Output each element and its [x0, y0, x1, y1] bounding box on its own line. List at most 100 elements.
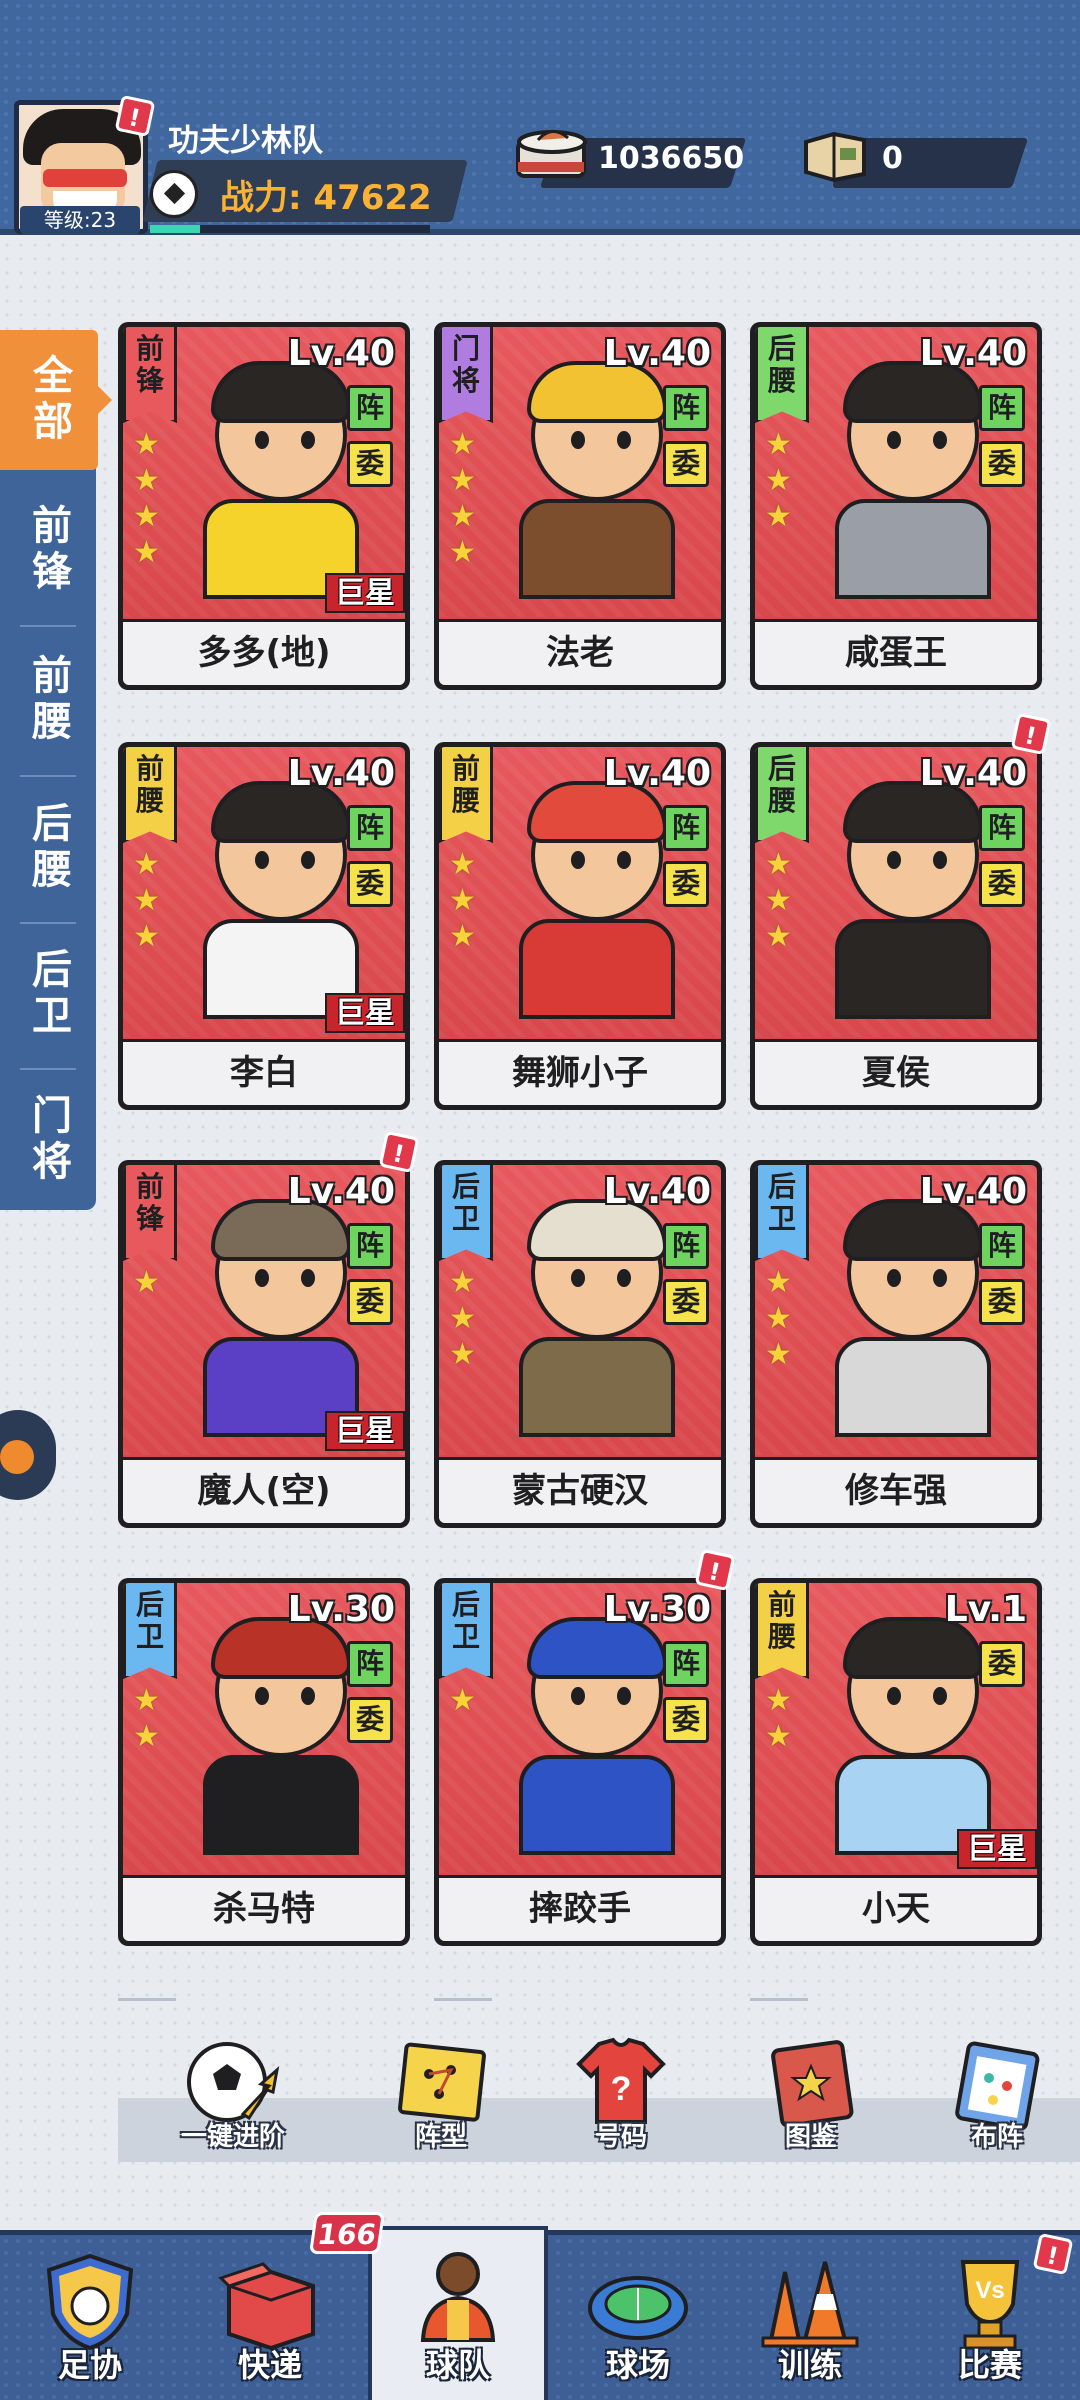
star-icon: ★: [133, 1719, 160, 1754]
star-rating: ★: [133, 1265, 160, 1301]
jersey-number-button[interactable]: ? 号码: [546, 2030, 696, 2153]
shield-badge-icon: [46, 2253, 134, 2351]
player-name: 夏侯: [755, 1039, 1037, 1105]
player-card[interactable]: 前腰 ★ ★ ★ Lv.40 阵委 舞狮小子: [434, 742, 726, 1110]
tab-goalkeeper[interactable]: 门将: [0, 1070, 96, 1210]
position-flag: 后卫: [439, 1583, 493, 1679]
player-card[interactable]: 门将 ★ ★ ★ ★ Lv.40 阵委 法老: [434, 322, 726, 690]
commission-chip: 委: [979, 1279, 1025, 1325]
position-filter-tabs: 全部 前锋 前腰 后腰 后卫 门将: [0, 330, 112, 1210]
star-icon: ★: [765, 1337, 792, 1372]
nav-team[interactable]: 球队: [368, 2226, 548, 2400]
player-card[interactable]: 后卫 ★ ★ ★ Lv.40 阵委 蒙古硬汉: [434, 1160, 726, 1528]
player-card[interactable]: 前锋 ★ ★ ★ ★ Lv.40 阵委 巨星 多多(地): [118, 322, 410, 690]
star-icon: ★: [449, 1337, 476, 1372]
position-flag: 前锋: [123, 1165, 177, 1261]
star-icon: ★: [765, 499, 792, 534]
player-level: Lv.30: [287, 1589, 395, 1630]
star-icon: ★: [765, 1265, 792, 1300]
star-icon: ★: [133, 919, 160, 954]
player-name: 舞狮小子: [439, 1039, 721, 1105]
star-icon: ★: [765, 463, 792, 498]
player-card[interactable]: 后卫 ★ Lv.30 阵委 摔跤手 !: [434, 1548, 736, 1946]
star-icon: ★: [449, 919, 476, 954]
nav-training[interactable]: 训练: [720, 2240, 900, 2400]
one-click-advance-button[interactable]: 一键进阶: [158, 2030, 308, 2153]
player-level: Lv.40: [919, 1171, 1027, 1212]
level-label: 等级:23: [20, 206, 140, 234]
player-name: 蒙古硬汉: [439, 1457, 721, 1523]
player-card[interactable]: 前腰 ★ ★ ★ Lv.40 阵委 巨星 李白: [118, 742, 410, 1110]
position-flag: 后腰: [755, 747, 809, 843]
star-icon: ★: [765, 919, 792, 954]
position-flag: 前腰: [755, 1583, 809, 1679]
player-card[interactable]: 后卫 ★ ★ ★ Lv.40 阵委 修车强: [750, 1160, 1042, 1528]
star-rating: ★ ★ ★: [765, 1265, 792, 1373]
player-name: 小天: [755, 1875, 1037, 1941]
delivery-box-icon: [218, 2262, 315, 2351]
commission-chip: 委: [347, 1697, 393, 1743]
book-resource-value: 0: [882, 141, 903, 176]
player-card[interactable]: 前锋 ★ Lv.40 阵委 巨星 魔人(空) !: [118, 1130, 420, 1528]
player-name: 李白: [123, 1039, 405, 1105]
express-count-badge: 166: [309, 2212, 385, 2254]
nav-association[interactable]: 足协: [0, 2240, 180, 2400]
star-icon: ★: [765, 1719, 792, 1754]
commission-chip: 委: [347, 441, 393, 487]
tab-defender[interactable]: 后卫: [0, 924, 96, 1064]
commission-chip: 委: [663, 441, 709, 487]
position-flag: 后卫: [123, 1583, 177, 1679]
commission-chip: 委: [979, 861, 1025, 907]
svg-text:Vs: Vs: [975, 2277, 1004, 2304]
player-name: 魔人(空): [123, 1457, 405, 1523]
star-icon: ★: [449, 847, 476, 882]
player-name: 修车强: [755, 1457, 1037, 1523]
formation-button[interactable]: 阵型: [366, 2030, 516, 2153]
star-icon: ★: [449, 1301, 476, 1336]
lineup-chip: 阵: [347, 1223, 393, 1269]
star-icon: ★: [449, 883, 476, 918]
player-card[interactable]: 前腰 ★ ★ Lv.1 委 巨星 小天: [750, 1578, 1042, 1946]
commission-chip: 委: [663, 1697, 709, 1743]
position-flag: 门将: [439, 327, 493, 423]
player-name: 咸蛋王: [755, 619, 1037, 685]
position-flag: 前锋: [123, 327, 177, 423]
food-bowl-icon: [516, 130, 587, 178]
player-card[interactable]: 后卫 ★ ★ Lv.30 阵委 杀马特: [118, 1578, 410, 1946]
player-level: Lv.40: [603, 1171, 711, 1212]
nav-express[interactable]: 快递: [180, 2240, 360, 2400]
trophy-vs-icon: Vs: [960, 2260, 1020, 2350]
player-name: 多多(地): [123, 619, 405, 685]
star-icon: ★: [449, 427, 476, 462]
star-rating: ★ ★ ★ ★: [133, 427, 160, 571]
traffic-cone-icon: [761, 2261, 859, 2348]
lineup-chip: 阵: [979, 385, 1025, 431]
star-icon: ★: [765, 1301, 792, 1336]
team-name: 功夫少林队: [168, 123, 323, 159]
star-icon: ★: [449, 463, 476, 498]
tab-forward[interactable]: 前锋: [0, 480, 96, 620]
star-icon: ★: [449, 499, 476, 534]
tab-attacking-mid[interactable]: 前腰: [0, 630, 96, 770]
superstar-tag: 巨星: [325, 1411, 405, 1451]
player-card[interactable]: 后腰 ★ ★ ★ Lv.40 阵委 咸蛋王: [750, 322, 1042, 690]
star-icon: ★: [765, 847, 792, 882]
lineup-chip: 阵: [663, 385, 709, 431]
player-card[interactable]: 后腰 ★ ★ ★ Lv.40 阵委 夏侯 !: [750, 712, 1052, 1110]
power-value: 战力: 47622: [220, 178, 432, 218]
lineup-chip: 阵: [347, 385, 393, 431]
tab-all[interactable]: 全部: [0, 330, 112, 470]
star-icon: ★: [133, 1265, 160, 1300]
star-rating: ★ ★ ★: [133, 847, 160, 955]
star-icon: ★: [133, 499, 160, 534]
superstar-tag: 巨星: [325, 573, 405, 613]
star-rating: ★ ★ ★ ★: [449, 427, 476, 571]
nav-stadium[interactable]: 球场: [548, 2240, 728, 2400]
catalog-button[interactable]: 图鉴: [736, 2030, 886, 2153]
lineup-button[interactable]: 布阵: [922, 2030, 1072, 2153]
tab-defensive-mid[interactable]: 后腰: [0, 778, 96, 918]
commission-chip: 委: [663, 1279, 709, 1325]
position-flag: 后腰: [755, 327, 809, 423]
star-icon: ★: [133, 535, 160, 570]
food-resource-value: 1036650: [598, 141, 745, 176]
